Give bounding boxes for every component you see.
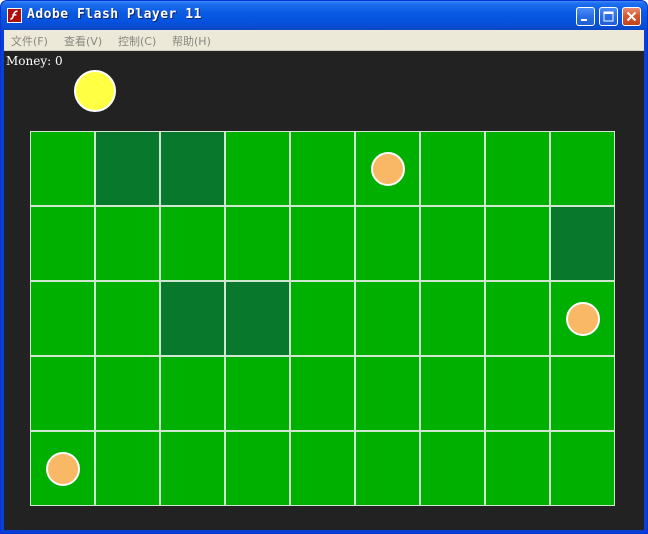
maximize-icon: [603, 11, 614, 22]
minimize-icon: [581, 19, 587, 21]
grid-cell[interactable]: [355, 206, 420, 281]
grid-cell[interactable]: [290, 431, 355, 506]
grid-cell[interactable]: [95, 206, 160, 281]
grid-cell[interactable]: [95, 431, 160, 506]
grid-cell[interactable]: [550, 206, 615, 281]
title-bar[interactable]: Adobe Flash Player 11: [1, 1, 647, 30]
grid-cell[interactable]: [420, 431, 485, 506]
money-counter: Money: 0: [6, 54, 63, 68]
menu-control[interactable]: 控制(C): [118, 33, 156, 49]
grid-cell[interactable]: [485, 131, 550, 206]
grid-cell[interactable]: [355, 356, 420, 431]
grid-cell[interactable]: [485, 356, 550, 431]
orb-token[interactable]: [45, 451, 80, 486]
grid-cell[interactable]: [160, 281, 225, 356]
grid-cell[interactable]: [290, 356, 355, 431]
grid-cell[interactable]: [485, 431, 550, 506]
grid-cell[interactable]: [160, 131, 225, 206]
app-window: Adobe Flash Player 11 文件(F) 查看(V) 控制(C) …: [0, 0, 648, 534]
grid-cell[interactable]: [225, 356, 290, 431]
grid-cell[interactable]: [355, 431, 420, 506]
window-bottom-border: [1, 530, 647, 533]
grid-cell[interactable]: [160, 431, 225, 506]
minimize-button[interactable]: [576, 7, 595, 26]
grid-cell[interactable]: [550, 356, 615, 431]
grid-cell[interactable]: [290, 206, 355, 281]
grid-cell[interactable]: [95, 356, 160, 431]
menu-bar: 文件(F) 查看(V) 控制(C) 帮助(H): [4, 30, 644, 51]
grid-cell[interactable]: [160, 206, 225, 281]
orb-token[interactable]: [565, 301, 600, 336]
window-title: Adobe Flash Player 11: [27, 7, 202, 22]
grid-cell[interactable]: [420, 131, 485, 206]
grid-cell[interactable]: [30, 281, 95, 356]
grid-cell[interactable]: [485, 206, 550, 281]
grid-cell[interactable]: [420, 281, 485, 356]
grid-cell[interactable]: [225, 206, 290, 281]
grid-cell[interactable]: [290, 281, 355, 356]
grid-cell[interactable]: [420, 356, 485, 431]
grid-cell[interactable]: [225, 431, 290, 506]
menu-view[interactable]: 查看(V): [64, 33, 102, 49]
grid-cell[interactable]: [290, 131, 355, 206]
menu-file[interactable]: 文件(F): [11, 33, 48, 49]
maximize-button[interactable]: [599, 7, 618, 26]
grid-cell[interactable]: [485, 281, 550, 356]
grid-cell[interactable]: [160, 356, 225, 431]
close-icon: [626, 11, 637, 22]
flash-icon: [7, 8, 22, 23]
grid-cell[interactable]: [355, 281, 420, 356]
orb-token[interactable]: [370, 151, 405, 186]
close-button[interactable]: [622, 7, 641, 26]
grid-cell[interactable]: [30, 206, 95, 281]
sun-token[interactable]: [74, 70, 116, 112]
grid-cell[interactable]: [95, 281, 160, 356]
grid-cell[interactable]: [30, 356, 95, 431]
menu-help[interactable]: 帮助(H): [172, 33, 211, 49]
grid-cell[interactable]: [95, 131, 160, 206]
grid-cell[interactable]: [30, 131, 95, 206]
grid-cell[interactable]: [225, 281, 290, 356]
grid-cell[interactable]: [225, 131, 290, 206]
grid-cell[interactable]: [550, 131, 615, 206]
grid-cell[interactable]: [550, 431, 615, 506]
game-stage[interactable]: Money: 0: [4, 51, 644, 530]
grid-cell[interactable]: [420, 206, 485, 281]
